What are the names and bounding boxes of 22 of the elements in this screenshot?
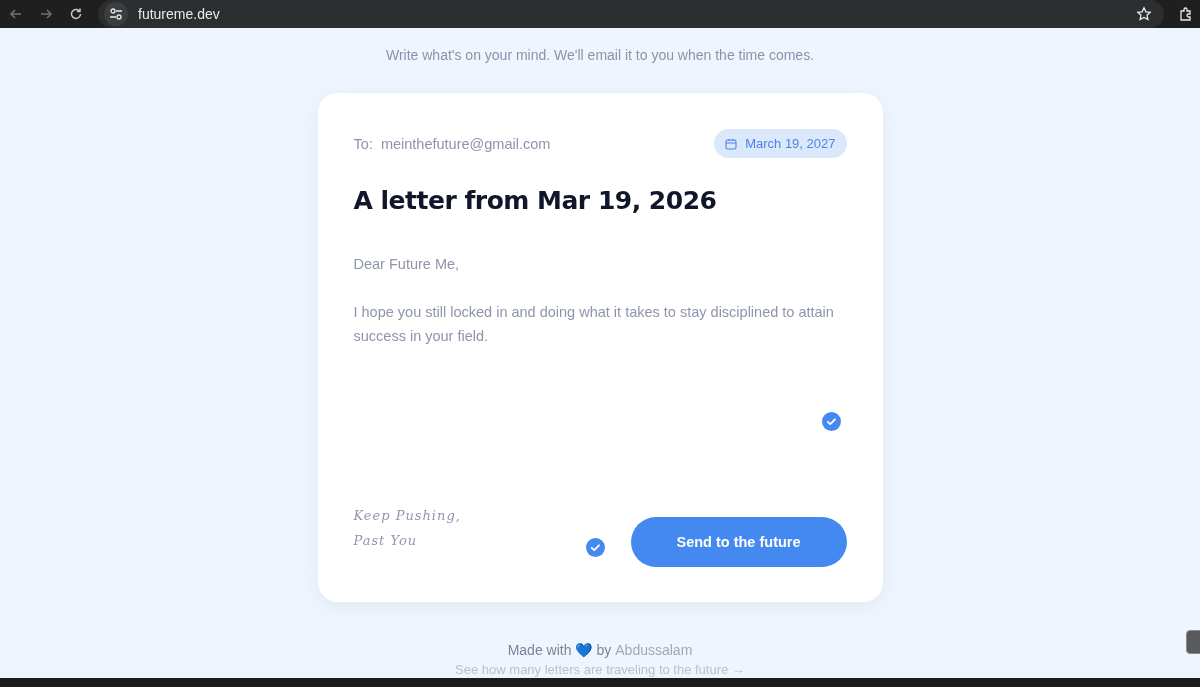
heart-icon: 💙 — [575, 642, 593, 658]
calendar-icon — [725, 137, 738, 150]
site-settings-icon[interactable] — [104, 2, 128, 26]
signature-line: Keep Pushing, — [353, 507, 461, 525]
letter-title[interactable]: A letter from Mar 19, 2026 — [353, 186, 847, 215]
side-panel-handle[interactable] — [1186, 630, 1200, 654]
star-icon[interactable] — [1136, 6, 1152, 22]
url-text: futureme.dev — [138, 6, 221, 22]
send-button[interactable]: Send to the future — [630, 517, 847, 567]
puzzle-icon[interactable] — [1178, 6, 1194, 22]
letter-body-field[interactable]: Dear Future Me, I hope you still locked in and doing what it takes to stay disciplined to attain success in your field. — [353, 252, 847, 412]
address-bar[interactable]: futureme.dev — [98, 0, 1164, 28]
check-icon[interactable] — [585, 538, 605, 557]
signature-line: Past You — [353, 532, 419, 550]
check-icon[interactable] — [821, 412, 841, 431]
reload-icon[interactable] — [68, 6, 84, 22]
subtitle: Write what's on your mind. We'll email it to you when the time comes. — [385, 47, 815, 63]
recipient-text: To: meinthefuture@gmail.com — [353, 135, 551, 152]
made-with-text: Made with — [507, 642, 572, 658]
by-text: by — [596, 642, 612, 658]
author-link[interactable]: Abdussalam — [615, 642, 693, 658]
date-picker-button[interactable]: March 19, 2027 — [714, 129, 847, 158]
